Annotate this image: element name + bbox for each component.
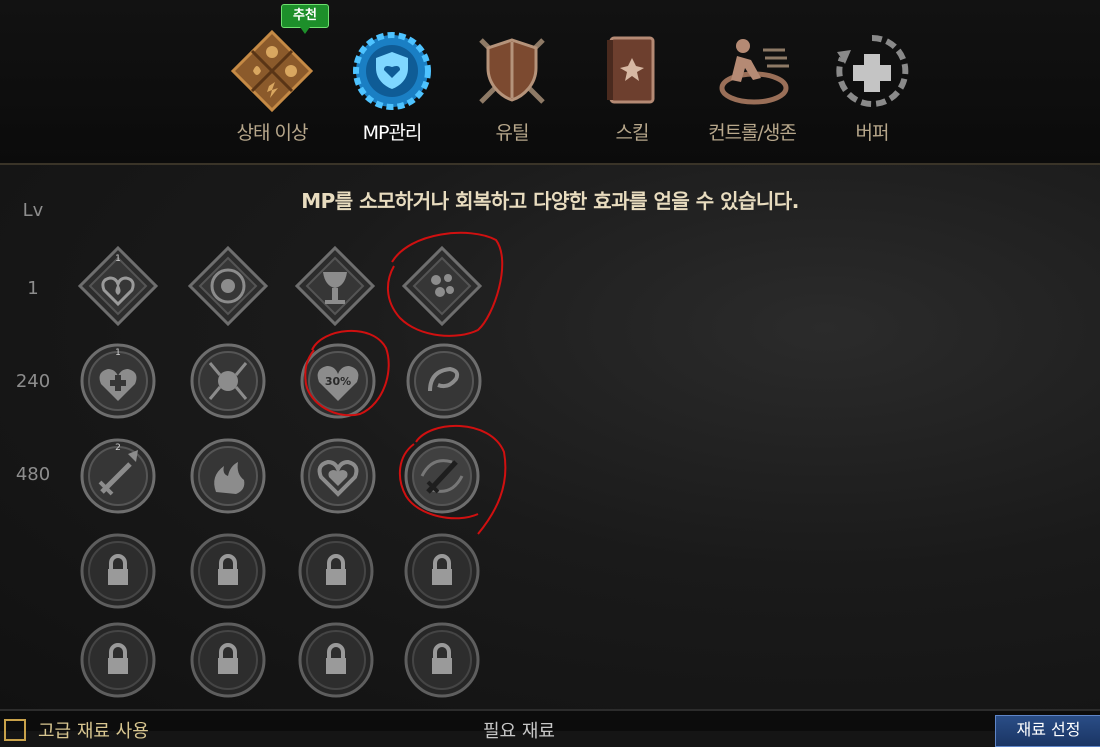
orb-diamond-icon xyxy=(187,245,269,327)
skill-slot[interactable] xyxy=(188,341,268,421)
locked-skill-slot xyxy=(188,620,268,700)
tab-mp-management[interactable]: MP관리 xyxy=(332,28,452,158)
lock-icon xyxy=(80,622,156,698)
locked-skill-slot xyxy=(296,531,376,611)
skill-percent: 30% xyxy=(325,375,351,388)
skill-rank: 1 xyxy=(115,348,121,358)
tab-label: MP관리 xyxy=(362,122,423,144)
locked-skill-slot xyxy=(402,620,482,700)
flame-beast-icon xyxy=(190,438,266,514)
skill-slot[interactable] xyxy=(298,436,378,516)
recommend-badge: 추천 xyxy=(281,4,329,34)
lock-icon xyxy=(404,622,480,698)
locked-skill-slot xyxy=(78,531,158,611)
skill-slot[interactable] xyxy=(187,245,269,327)
tab-buffer[interactable]: 버퍼 xyxy=(812,28,932,158)
skill-slot[interactable]: 2 xyxy=(78,436,158,516)
advanced-material-label: 고급 재료 사용 xyxy=(38,721,149,742)
tab-label: 상태 이상 xyxy=(236,122,309,144)
buffer-cross-icon xyxy=(836,34,909,107)
status-ailment-icon xyxy=(230,29,314,113)
control-survival-icon xyxy=(719,39,789,105)
category-description: MP를 소모하거나 회복하고 다양한 효과를 얻을 수 있습니다. xyxy=(301,189,799,213)
heart-drop-icon: 1 xyxy=(77,245,159,327)
skill-tree-panel xyxy=(0,165,1100,709)
tab-utility[interactable]: 유틸 xyxy=(452,28,572,158)
swirl-icon xyxy=(406,343,482,419)
tab-label: 스킬 xyxy=(615,122,650,144)
utility-shield-icon xyxy=(479,38,545,104)
skill-rank: 2 xyxy=(115,443,121,453)
level-label: 1 xyxy=(27,278,39,299)
tab-label: 컨트롤/생존 xyxy=(708,122,797,144)
lock-icon xyxy=(190,533,266,609)
level-label: 240 xyxy=(15,371,51,392)
skill-slot[interactable] xyxy=(294,245,376,327)
mp-shield-icon xyxy=(353,32,431,110)
advanced-material-checkbox[interactable] xyxy=(4,719,26,741)
skill-rank: 1 xyxy=(115,254,121,264)
tab-status-ailment[interactable]: 상태 이상 xyxy=(212,28,332,158)
skill-slot[interactable] xyxy=(401,245,483,327)
sword-up-icon: 2 xyxy=(80,438,156,514)
double-heart-icon xyxy=(300,438,376,514)
skill-slot[interactable] xyxy=(402,436,482,516)
level-label: 480 xyxy=(15,464,51,485)
skill-slot[interactable]: 30% xyxy=(298,341,378,421)
required-material-label: 필요 재료 xyxy=(483,721,555,742)
skill-slot[interactable]: 1 xyxy=(78,341,158,421)
lock-icon xyxy=(190,622,266,698)
tab-control-survival[interactable]: 컨트롤/생존 xyxy=(692,28,812,158)
sword-vortex-icon xyxy=(404,438,480,514)
locked-skill-slot xyxy=(78,620,158,700)
locked-skill-slot xyxy=(296,620,376,700)
heart-percent-icon: 30% xyxy=(300,343,376,419)
level-header: Lv xyxy=(22,200,44,221)
tab-label: 유틸 xyxy=(495,122,530,144)
lock-icon xyxy=(298,622,374,698)
lock-icon xyxy=(404,533,480,609)
heart-plus-icon: 1 xyxy=(80,343,156,419)
tab-skill[interactable]: 스킬 xyxy=(572,28,692,158)
lock-icon xyxy=(80,533,156,609)
skill-slot[interactable]: 1 xyxy=(77,245,159,327)
crystals-diamond-icon xyxy=(401,245,483,327)
locked-skill-slot xyxy=(402,531,482,611)
tab-label: 버퍼 xyxy=(855,122,890,144)
skill-book-icon xyxy=(607,36,655,104)
skill-slot[interactable] xyxy=(404,341,484,421)
bottom-bar: 고급 재료 사용 필요 재료 재료 선정 xyxy=(0,709,1100,747)
lock-icon xyxy=(298,533,374,609)
lightning-orb-icon xyxy=(190,343,266,419)
material-select-button[interactable]: 재료 선정 xyxy=(995,715,1100,747)
locked-skill-slot xyxy=(188,531,268,611)
skill-slot[interactable] xyxy=(188,436,268,516)
chalice-diamond-icon xyxy=(294,245,376,327)
category-tab-bar: 추천 상태 이상 MP관리 유틸 스킬 컨트롤/생존 버퍼 xyxy=(0,0,1100,165)
